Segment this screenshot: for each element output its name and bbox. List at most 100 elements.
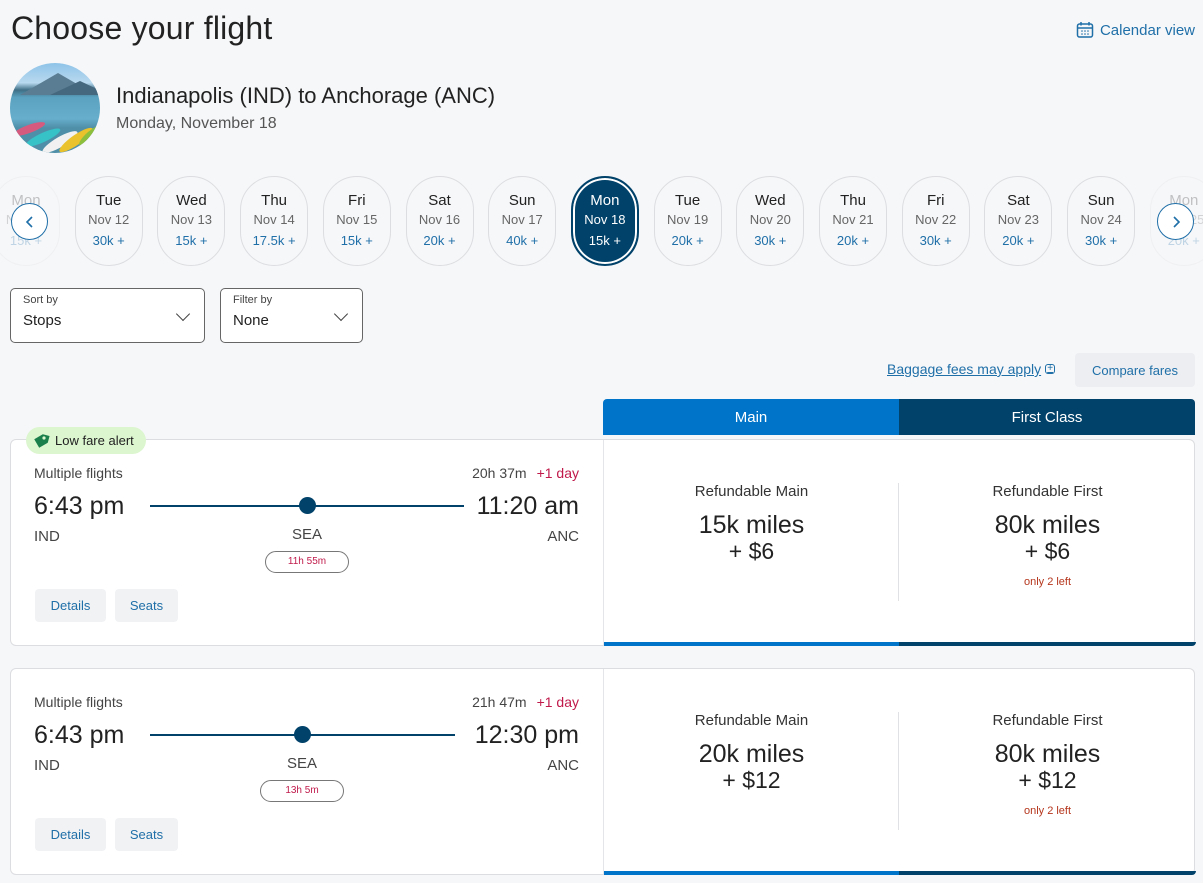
- fare-name: Refundable Main: [694, 712, 809, 729]
- flight-summary: Multiple flights 21h 47m +1 day 6:43 pm 1…: [11, 669, 604, 874]
- departure-time: 6:43 pm: [34, 492, 125, 520]
- calendar-view-link[interactable]: Calendar view: [1076, 21, 1195, 39]
- date-option[interactable]: Sun Nov 24 30k +: [1067, 176, 1136, 266]
- date-option-dow: Thu: [261, 192, 288, 209]
- fare-option-main[interactable]: Refundable Main 20k miles + $12: [604, 669, 899, 874]
- low-fare-alert-label: Low fare alert: [55, 433, 134, 448]
- date-option-date: Nov 12: [88, 212, 130, 227]
- main-fare-bar: [604, 642, 899, 646]
- date-option-dow: Tue: [674, 192, 701, 209]
- date-option-dow: Mon: [590, 192, 620, 209]
- fare-miles: 20k miles: [698, 740, 805, 768]
- compare-fares-button[interactable]: Compare fares: [1075, 353, 1195, 387]
- external-link-icon: +: [1045, 364, 1056, 374]
- arrival-airport: ANC: [547, 528, 579, 545]
- date-option[interactable]: Fri Nov 22 30k +: [901, 176, 970, 266]
- sort-by-select[interactable]: Sort by Stops: [10, 288, 205, 343]
- duration-value: 20h 37m: [472, 465, 527, 481]
- date-option-price: 15k +: [175, 233, 208, 248]
- sort-by-label: Sort by: [23, 294, 58, 306]
- tag-icon: [34, 433, 50, 448]
- date-option-price: 30k +: [92, 233, 125, 248]
- date-option-date: Nov 16: [418, 212, 461, 227]
- date-option-price: 20k +: [423, 233, 456, 248]
- date-option[interactable]: Mon Nov 18 15k +: [570, 176, 639, 266]
- seats-remaining-note: only 2 left: [1023, 805, 1072, 817]
- previous-dates-button[interactable]: [11, 203, 48, 240]
- date-option-dow: Fri: [348, 192, 366, 209]
- date-option-date: Nov 22: [915, 212, 957, 227]
- filter-by-select[interactable]: Filter by None: [220, 288, 363, 343]
- flight-card: Multiple flights 21h 47m +1 day 6:43 pm 1…: [10, 668, 1196, 875]
- date-option-dow: Fri: [926, 192, 945, 209]
- departure-airport: IND: [34, 757, 60, 774]
- filter-by-label: Filter by: [233, 294, 273, 306]
- baggage-fees-link[interactable]: Baggage fees may apply +: [887, 361, 1056, 377]
- date-strip: MonNov 1115k +TueNov 1230k +WedNov 1315k…: [0, 176, 1203, 268]
- route-date: Monday, November 18: [116, 115, 277, 132]
- date-option[interactable]: Sat Nov 16 20k +: [405, 176, 474, 266]
- fare-option-main[interactable]: Refundable Main 15k miles + $6: [604, 440, 899, 645]
- fare-fee: + $6: [1024, 538, 1071, 564]
- tab-main[interactable]: Main: [603, 399, 899, 435]
- date-option-price: 30k +: [754, 233, 787, 248]
- flight-type: Multiple flights: [34, 465, 123, 481]
- seats-button[interactable]: Seats: [115, 818, 178, 851]
- date-option[interactable]: Tue Nov 19 20k +: [653, 176, 722, 266]
- details-button[interactable]: Details: [35, 818, 106, 851]
- layover-duration: 13h 5m: [260, 780, 344, 802]
- fare-miles: 80k miles: [994, 740, 1101, 768]
- date-option-price: 30k +: [1085, 233, 1118, 248]
- date-option[interactable]: Wed Nov 20 30k +: [736, 176, 805, 266]
- fare-name: Refundable First: [992, 712, 1103, 729]
- date-option-dow: Sun: [508, 192, 536, 209]
- stop-airport: SEA: [291, 526, 323, 543]
- date-option-dow: Tue: [96, 192, 122, 209]
- flight-type: Multiple flights: [34, 694, 123, 710]
- seats-remaining-note: only 2 left: [1023, 576, 1072, 588]
- date-option-price: 15k +: [588, 233, 621, 248]
- date-option-dow: Wed: [176, 192, 207, 209]
- date-option-date: Nov 20: [749, 212, 791, 227]
- date-option-dow: Sun: [1087, 192, 1115, 209]
- date-option[interactable]: Fri Nov 15 15k +: [322, 176, 391, 266]
- destination-image: [10, 63, 100, 153]
- fare-class-tabs: Main First Class: [603, 399, 1195, 435]
- fare-fee: + $12: [1018, 767, 1077, 793]
- stop-dot: [294, 726, 311, 743]
- date-option[interactable]: Thu Nov 21 20k +: [819, 176, 887, 266]
- seats-button[interactable]: Seats: [115, 589, 178, 622]
- next-dates-button[interactable]: [1157, 203, 1194, 240]
- fare-option-first[interactable]: Refundable First 80k miles + $6 only 2 l…: [899, 440, 1196, 645]
- page-title: Choose your flight: [11, 10, 273, 46]
- date-option[interactable]: Sun Nov 17 40k +: [488, 176, 557, 266]
- calendar-view-label: Calendar view: [1099, 21, 1195, 39]
- details-button[interactable]: Details: [35, 589, 106, 622]
- date-option-date: Nov 21: [832, 212, 874, 227]
- fare-fee: + $6: [728, 538, 775, 564]
- main-fare-bar: [604, 871, 899, 875]
- baggage-fees-label: Baggage fees may apply: [887, 361, 1042, 377]
- date-option-date: Nov 23: [997, 212, 1039, 227]
- departure-time: 6:43 pm: [34, 721, 125, 749]
- fare-name: Refundable First: [992, 483, 1103, 500]
- date-option[interactable]: Wed Nov 13 15k +: [157, 176, 226, 266]
- date-option-date: Nov 19: [666, 212, 709, 227]
- fare-name: Refundable Main: [694, 483, 809, 500]
- arrival-airport: ANC: [547, 757, 579, 774]
- date-option-dow: Sat: [1007, 192, 1030, 209]
- tab-first-class[interactable]: First Class: [899, 399, 1195, 435]
- arrival-time: 11:20 am: [476, 492, 579, 520]
- date-option-price: 40k +: [506, 233, 539, 248]
- departure-airport: IND: [34, 528, 60, 545]
- date-option[interactable]: Sat Nov 23 20k +: [984, 176, 1053, 266]
- fare-option-first[interactable]: Refundable First 80k miles + $12 only 2 …: [899, 669, 1196, 874]
- date-option-dow: Thu: [840, 192, 866, 209]
- date-option[interactable]: Tue Nov 12 30k +: [74, 176, 143, 266]
- flight-card: Multiple flights 20h 37m +1 day 6:43 pm 1…: [10, 439, 1196, 646]
- fare-fee: + $12: [722, 767, 781, 793]
- date-option[interactable]: Thu Nov 14 17.5k +: [240, 176, 309, 266]
- date-option-price: 20k +: [836, 233, 870, 248]
- stop-airport: SEA: [286, 755, 318, 772]
- filter-by-value: None: [233, 312, 269, 329]
